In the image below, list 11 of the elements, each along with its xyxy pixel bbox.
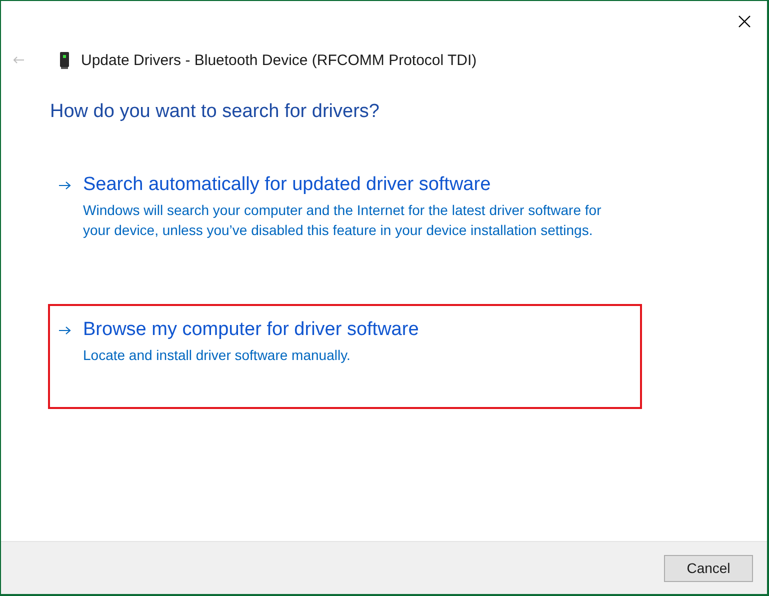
heading: How do you want to search for drivers? xyxy=(50,101,380,123)
close-icon[interactable] xyxy=(738,15,751,28)
option-description: Windows will search your computer and the Internet for the latest driver software for your device, unless you’ve disabled this feature in your device installation settings. xyxy=(83,201,602,240)
option-description: Locate and install driver software manually. xyxy=(83,346,352,365)
option-link[interactable]: Search automatically for updated driver software xyxy=(83,174,491,196)
device-icon xyxy=(60,52,69,68)
arrow-icon xyxy=(59,181,71,190)
cancel-button[interactable]: Cancel xyxy=(664,554,753,582)
window-title: Update Drivers - Bluetooth Device (RFCOMM Protocol TDI) xyxy=(81,52,477,68)
option-link[interactable]: Browse my computer for driver software xyxy=(83,319,419,341)
arrow-icon xyxy=(59,326,71,335)
